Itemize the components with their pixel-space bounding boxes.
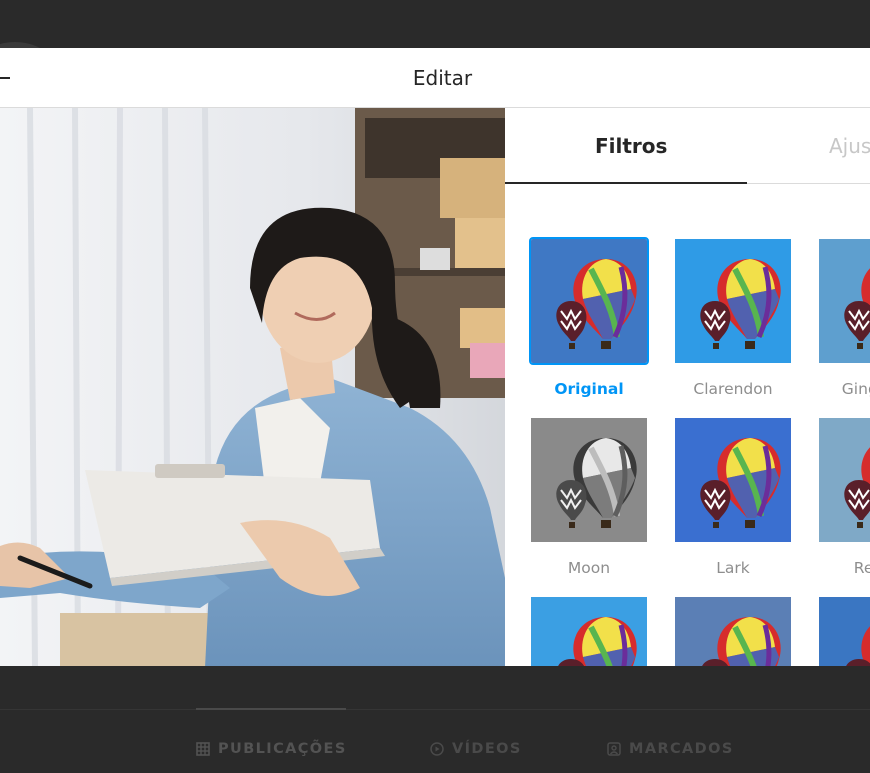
profile-tab-tagged[interactable]: MARCADOS	[607, 740, 734, 758]
profile-tab-active-indicator	[196, 708, 346, 710]
balloon-thumbnail-image	[675, 239, 791, 363]
modal-header: Editar	[0, 48, 870, 108]
filter-thumbnail[interactable]	[675, 597, 791, 666]
balloon-thumbnail-image	[675, 597, 791, 666]
filter-thumbnail[interactable]	[819, 418, 870, 542]
filter-thumbnail[interactable]	[819, 597, 870, 666]
filter-label: Reyes	[853, 559, 870, 577]
balloon-thumbnail-image	[675, 418, 791, 542]
filter-thumbnail[interactable]	[531, 597, 647, 666]
balloon-thumbnail-image	[819, 597, 870, 666]
modal-title: Editar	[412, 66, 473, 90]
filter-label: Gingham	[841, 380, 870, 398]
edit-tabs: Filtros Ajustes	[505, 108, 870, 184]
tag-icon	[607, 742, 621, 756]
filters-panel: Filtros Ajustes Original	[505, 108, 870, 666]
filter-thumbnail[interactable]	[675, 418, 791, 542]
filter-thumbnail[interactable]	[819, 239, 870, 363]
tab-adjustments[interactable]: Ajustes	[829, 134, 870, 158]
active-tab-indicator	[505, 182, 747, 184]
profile-tabs: PUBLICAÇÕES VÍDEOS MARCADOS	[0, 666, 870, 773]
balloon-thumbnail-image	[531, 239, 647, 363]
balloon-thumbnail-image	[531, 597, 647, 666]
profile-tab-label: MARCADOS	[629, 741, 734, 757]
profile-tab-label: VÍDEOS	[452, 741, 522, 757]
profile-tab-label: PUBLICAÇÕES	[218, 741, 347, 757]
balloon-thumbnail-image	[819, 418, 870, 542]
filter-thumbnail[interactable]	[529, 237, 649, 365]
profile-tab-posts[interactable]: PUBLICAÇÕES	[196, 740, 347, 758]
photo-preview	[0, 108, 505, 666]
balloon-thumbnail-image	[531, 418, 647, 542]
filter-thumbnail[interactable]	[531, 418, 647, 542]
balloon-thumbnail-image	[819, 239, 870, 363]
profile-tab-videos[interactable]: VÍDEOS	[430, 740, 522, 758]
grid-icon	[196, 742, 210, 756]
profile-tabs-divider	[0, 709, 870, 710]
tab-filters[interactable]: Filtros	[595, 134, 667, 158]
filter-thumbnail[interactable]	[675, 239, 791, 363]
play-icon	[430, 742, 444, 756]
edit-modal: Editar Filtros Ajus Original Clarendon G…	[0, 48, 870, 666]
photo-woman-clipboard	[0, 108, 505, 666]
